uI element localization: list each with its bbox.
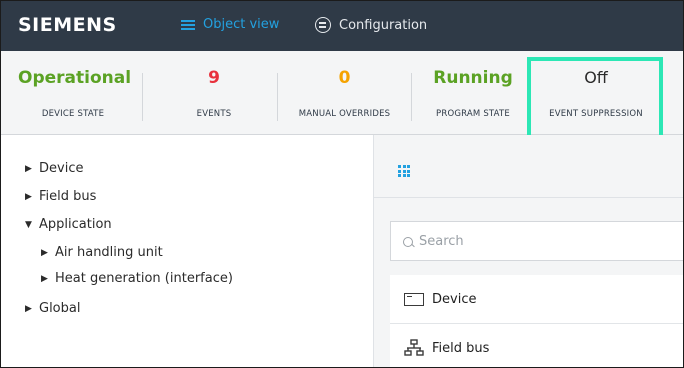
device-state-label: DEVICE STATE	[41, 109, 105, 119]
status-program-state[interactable]: Running PROGRAM STATE	[423, 51, 523, 134]
list-item-field-bus[interactable]: Field bus	[390, 324, 683, 367]
search-icon	[403, 237, 413, 247]
tree-item-air-handling-unit[interactable]: ▶ Air handling unit	[41, 245, 163, 260]
highlight-box	[527, 57, 663, 144]
siemens-logo: SIEMENS	[18, 14, 117, 36]
status-device-state[interactable]: Operational DEVICE STATE	[18, 51, 132, 134]
tree-item-label: Application	[39, 217, 112, 232]
divider	[142, 73, 143, 121]
configuration-icon	[315, 17, 331, 33]
search-placeholder: Search	[419, 234, 464, 249]
object-panel: Search Device Field bus	[374, 135, 683, 367]
list-icon	[181, 19, 195, 30]
nav-object-view[interactable]: Object view	[181, 17, 279, 32]
tree-item-heat-generation[interactable]: ▶ Heat generation (interface)	[41, 271, 233, 286]
tree-item-application[interactable]: ▼ Application	[25, 217, 112, 232]
top-bar: SIEMENS Object view Configuration	[1, 1, 683, 51]
list-item-label: Device	[432, 291, 477, 307]
expand-arrow-icon[interactable]: ▶	[41, 248, 55, 258]
tree-item-field-bus[interactable]: ▶ Field bus	[25, 189, 96, 204]
status-manual-overrides[interactable]: 0 MANUAL OVERRIDES	[287, 51, 402, 134]
nav-configuration[interactable]: Configuration	[315, 17, 427, 33]
device-state-value: Operational	[18, 68, 132, 88]
manual-overrides-value: 0	[338, 68, 351, 88]
expand-arrow-icon[interactable]: ▶	[25, 304, 39, 314]
navigation-tree: ▶ Device ▶ Field bus ▼ Application ▶ Air…	[1, 135, 373, 367]
nav-object-view-label: Object view	[203, 17, 280, 32]
tree-item-label: Heat generation (interface)	[55, 271, 233, 286]
program-state-label: PROGRAM STATE	[436, 109, 510, 119]
collapse-arrow-icon[interactable]: ▼	[25, 220, 39, 230]
events-value: 9	[208, 68, 220, 88]
events-label: EVENTS	[196, 109, 232, 119]
tree-item-label: Field bus	[39, 189, 97, 204]
divider	[374, 197, 683, 198]
list-item-label: Field bus	[432, 340, 490, 356]
expand-arrow-icon[interactable]: ▶	[25, 192, 39, 202]
tree-item-label: Global	[39, 301, 81, 316]
status-events[interactable]: 9 EVENTS	[164, 51, 264, 134]
network-icon	[404, 339, 424, 356]
expand-arrow-icon[interactable]: ▶	[41, 274, 55, 284]
list-item-device[interactable]: Device	[390, 275, 683, 324]
grid-icon[interactable]	[398, 165, 410, 177]
program-state-value: Running	[433, 68, 513, 88]
tree-item-label: Air handling unit	[55, 245, 163, 260]
device-icon	[404, 292, 424, 306]
tree-item-global[interactable]: ▶ Global	[25, 301, 80, 316]
divider	[411, 73, 412, 121]
app-window: SIEMENS Object view Configuration Operat…	[0, 0, 684, 368]
nav-configuration-label: Configuration	[339, 17, 428, 33]
expand-arrow-icon[interactable]: ▶	[25, 164, 39, 174]
manual-overrides-label: MANUAL OVERRIDES	[298, 109, 391, 119]
search-input[interactable]: Search	[390, 221, 683, 261]
tree-item-label: Device	[39, 161, 84, 176]
divider	[277, 73, 278, 121]
tree-item-device[interactable]: ▶ Device	[25, 161, 83, 176]
